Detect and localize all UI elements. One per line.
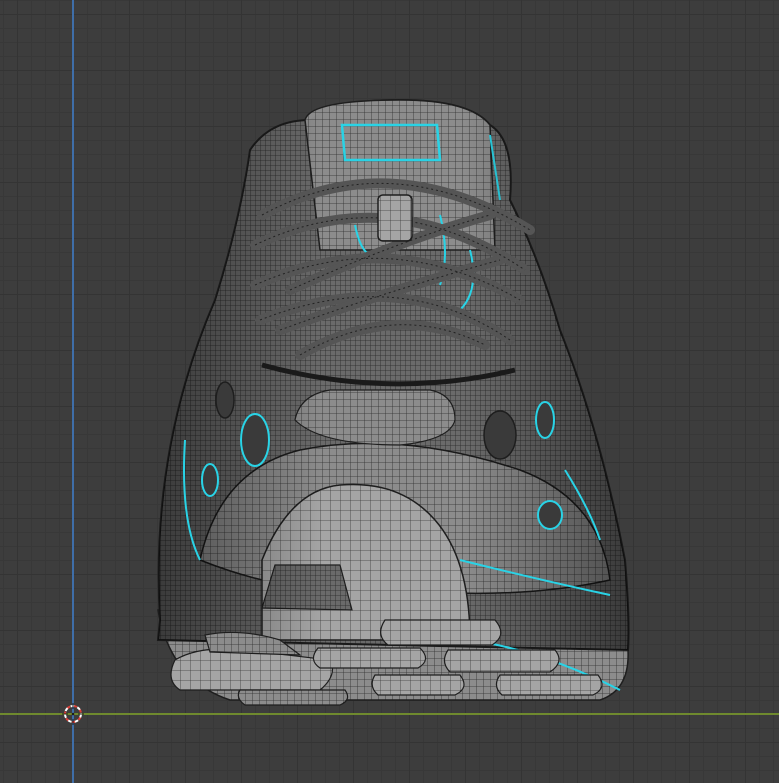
- side-hole-right-1: [483, 410, 517, 460]
- side-hole-right-3: [537, 500, 563, 530]
- 3d-viewport[interactable]: [0, 0, 779, 783]
- side-hole-left-2: [215, 381, 235, 419]
- 3d-cursor-icon[interactable]: [62, 703, 84, 725]
- side-hole-left-1: [240, 413, 270, 467]
- shoe-mesh[interactable]: [0, 0, 779, 783]
- lace-lock: [377, 194, 413, 242]
- side-hole-left-3: [201, 463, 219, 497]
- side-hole-right-2: [535, 401, 555, 439]
